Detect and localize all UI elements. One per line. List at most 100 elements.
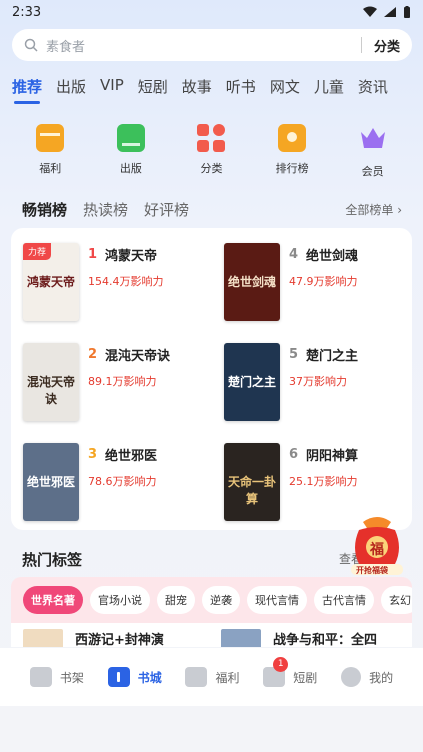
nav-short-drama-label: 短剧 (293, 670, 318, 685)
quick-member[interactable]: 会员 (343, 124, 403, 179)
book-cover: 力荐 鸿蒙天帝 (23, 243, 79, 321)
quick-publish-label: 出版 (119, 162, 142, 175)
book-cover (221, 629, 261, 647)
book-title: 混沌天帝诀 (105, 349, 171, 364)
tab-short-drama[interactable]: 短剧 (138, 76, 168, 97)
tab-story[interactable]: 故事 (182, 76, 212, 97)
tab-audiobook[interactable]: 听书 (226, 76, 256, 97)
rank-tab-hot-read[interactable]: 热读榜 (83, 199, 128, 220)
nav-profile-label: 我的 (369, 670, 394, 685)
book-cover: 楚门之主 (224, 343, 280, 421)
gift-icon (185, 667, 208, 687)
profile-icon (341, 667, 362, 687)
rank-number: 3 (88, 447, 98, 462)
tab-news[interactable]: 资讯 (358, 76, 388, 97)
search-icon (24, 38, 38, 52)
nav-bookstore[interactable]: 书城 (107, 667, 162, 687)
nav-bookshelf-label: 书架 (59, 670, 84, 685)
book-title: 绝世邪医 (105, 449, 158, 464)
quick-publish[interactable]: 出版 (101, 124, 161, 179)
ranking-card: 力荐 鸿蒙天帝 1 鸿蒙天帝 154.4万影响力 绝世剑魂 4 绝世剑魂 47.9万… (11, 228, 412, 530)
quick-category[interactable]: 分类 (181, 124, 241, 179)
ranked-book-4[interactable]: 绝世剑魂 4 绝世剑魂 47.9万影响力 (224, 243, 358, 321)
cover-title: 鸿蒙天帝 (27, 275, 76, 289)
tag-comeback[interactable]: 逆袭 (202, 586, 240, 614)
book-title: 阴阳神算 (306, 449, 359, 464)
status-icons (363, 6, 411, 18)
ranked-book-5[interactable]: 楚门之主 5 楚门之主 37万影响力 (224, 343, 358, 421)
clock: 2:33 (12, 4, 42, 20)
book-cover: 天命一卦算 (224, 443, 280, 521)
book-title: 绝世剑魂 (306, 249, 359, 264)
grid-icon (197, 124, 226, 152)
bottom-nav: 书架 书城 福利 1 短剧 我的 (0, 648, 423, 706)
book-title: 鸿蒙天帝 (105, 249, 158, 264)
influence-count: 154.4万影响力 (88, 275, 164, 288)
influence-count: 25.1万影响力 (289, 475, 358, 488)
tag-book-2[interactable]: 战争与和平：全四 (221, 629, 377, 647)
influence-count: 47.9万影响力 (289, 275, 358, 288)
search-divider (360, 37, 362, 53)
ranked-book-2[interactable]: 混沌天帝诀 2 混沌天帝诀 89.1万影响力 (23, 343, 170, 421)
quick-category-label: 分类 (200, 162, 223, 175)
bookstore-icon (107, 667, 130, 687)
book-cover: 绝世剑魂 (224, 243, 280, 321)
chevron-right-icon: › (397, 203, 402, 217)
nav-welfare-label: 福利 (215, 670, 240, 685)
cover-title: 绝世邪医 (27, 475, 76, 489)
nav-welfare[interactable]: 福利 (185, 667, 240, 687)
quick-ranking[interactable]: 排行榜 (262, 124, 322, 179)
search-input[interactable]: 素食者 (46, 36, 361, 55)
tab-publish[interactable]: 出版 (56, 76, 86, 97)
tab-recommend[interactable]: 推荐 (12, 76, 42, 104)
rank-tab-bestseller[interactable]: 畅销榜 (22, 199, 67, 220)
lucky-bag-char: 福 (370, 542, 384, 558)
rank-number: 4 (289, 247, 299, 262)
rank-number: 5 (289, 347, 299, 362)
rank-number: 2 (88, 347, 98, 362)
search-bar[interactable]: 素食者 分类 (12, 29, 412, 61)
nav-bookstore-label: 书城 (137, 670, 162, 685)
nav-bookshelf[interactable]: 书架 (29, 667, 84, 687)
tab-vip[interactable]: VIP (100, 76, 124, 97)
cover-title: 天命一卦算 (228, 475, 277, 506)
ranked-book-3[interactable]: 绝世邪医 3 绝世邪医 78.6万影响力 (23, 443, 157, 521)
influence-count: 37万影响力 (289, 375, 347, 388)
book-title: 楚门之主 (306, 349, 359, 364)
tag-fantasy[interactable]: 玄幻 (381, 586, 412, 614)
nav-short-drama[interactable]: 1 短剧 (263, 657, 318, 687)
quick-member-label: 会员 (361, 165, 384, 178)
tab-web-novel[interactable]: 网文 (270, 76, 300, 97)
all-rankings-link[interactable]: 全部榜单 › (345, 201, 402, 218)
category-button[interactable]: 分类 (374, 36, 400, 55)
tag-world-classics[interactable]: 世界名著 (23, 586, 83, 614)
rank-number: 1 (88, 247, 98, 262)
tab-children[interactable]: 儿童 (314, 76, 344, 97)
influence-count: 78.6万影响力 (88, 475, 157, 488)
tag-book-1[interactable]: 西游记+封神演 (23, 629, 164, 647)
rank-tab-top-rated[interactable]: 好评榜 (144, 199, 189, 220)
wifi-icon (363, 6, 377, 17)
tag-modern-romance[interactable]: 现代言情 (247, 586, 307, 614)
hot-tags-strip: 世界名著 官场小说 甜宠 逆袭 现代言情 古代言情 玄幻 (11, 577, 412, 623)
quick-welfare[interactable]: 福利 (20, 124, 80, 179)
book-icon (116, 124, 145, 152)
nav-profile[interactable]: 我的 (341, 667, 393, 687)
book-cover: 混沌天帝诀 (23, 343, 79, 421)
ranked-book-1[interactable]: 力荐 鸿蒙天帝 1 鸿蒙天帝 154.4万影响力 (23, 243, 164, 321)
lucky-bag-label: 开抢福袋 (356, 566, 388, 575)
lucky-bag-float[interactable]: 福 开抢福袋 (347, 508, 407, 578)
cover-title: 绝世剑魂 (228, 275, 277, 289)
calendar-gift-icon (36, 124, 65, 152)
bookshelf-icon (29, 667, 52, 687)
book-title: 战争与和平：全四 (273, 633, 378, 647)
recommend-badge: 力荐 (23, 243, 52, 260)
quick-ranking-label: 排行榜 (275, 162, 309, 175)
category-tabs: 推荐 出版 VIP 短剧 故事 听书 网文 儿童 资讯 (12, 76, 402, 104)
tag-book-list: 西游记+封神演 战争与和平：全四 (11, 623, 412, 647)
ranked-book-6[interactable]: 天命一卦算 6 阴阳神算 25.1万影响力 (224, 443, 358, 521)
tag-officialdom[interactable]: 官场小说 (90, 586, 150, 614)
tag-ancient-romance[interactable]: 古代言情 (314, 586, 374, 614)
quick-entry-row: 福利 出版 分类 排行榜 会员 (0, 124, 423, 179)
tag-sweet-romance[interactable]: 甜宠 (157, 586, 195, 614)
